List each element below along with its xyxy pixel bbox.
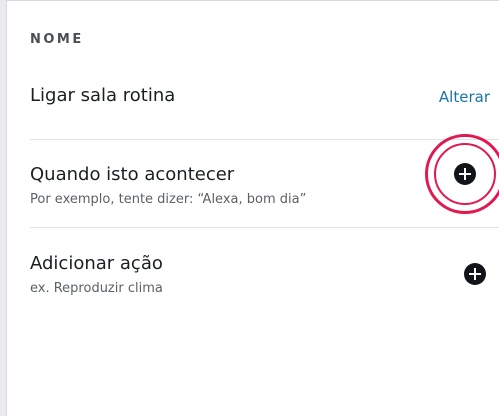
routine-name: Ligar sala rotina bbox=[30, 85, 176, 106]
add-trigger-button[interactable] bbox=[454, 163, 476, 185]
routine-name-row: Ligar sala rotina Alterar bbox=[30, 85, 499, 115]
add-action-button[interactable] bbox=[464, 263, 486, 285]
divider bbox=[30, 227, 499, 228]
action-title: Adicionar ação bbox=[30, 253, 163, 274]
trigger-subtitle: Por exemplo, tente dizer: “Alexa, bom di… bbox=[30, 192, 307, 207]
section-label-name: NOME bbox=[30, 32, 84, 47]
change-name-link[interactable]: Alterar bbox=[439, 88, 490, 106]
plus-circle-icon bbox=[459, 168, 471, 180]
routine-editor-panel: NOME Ligar sala rotina Alterar Quando is… bbox=[6, 0, 499, 416]
action-row[interactable]: Adicionar ação ex. Reproduzir clima bbox=[30, 252, 499, 298]
divider bbox=[30, 139, 499, 140]
plus-circle-icon bbox=[469, 268, 481, 280]
action-subtitle: ex. Reproduzir clima bbox=[30, 281, 163, 296]
